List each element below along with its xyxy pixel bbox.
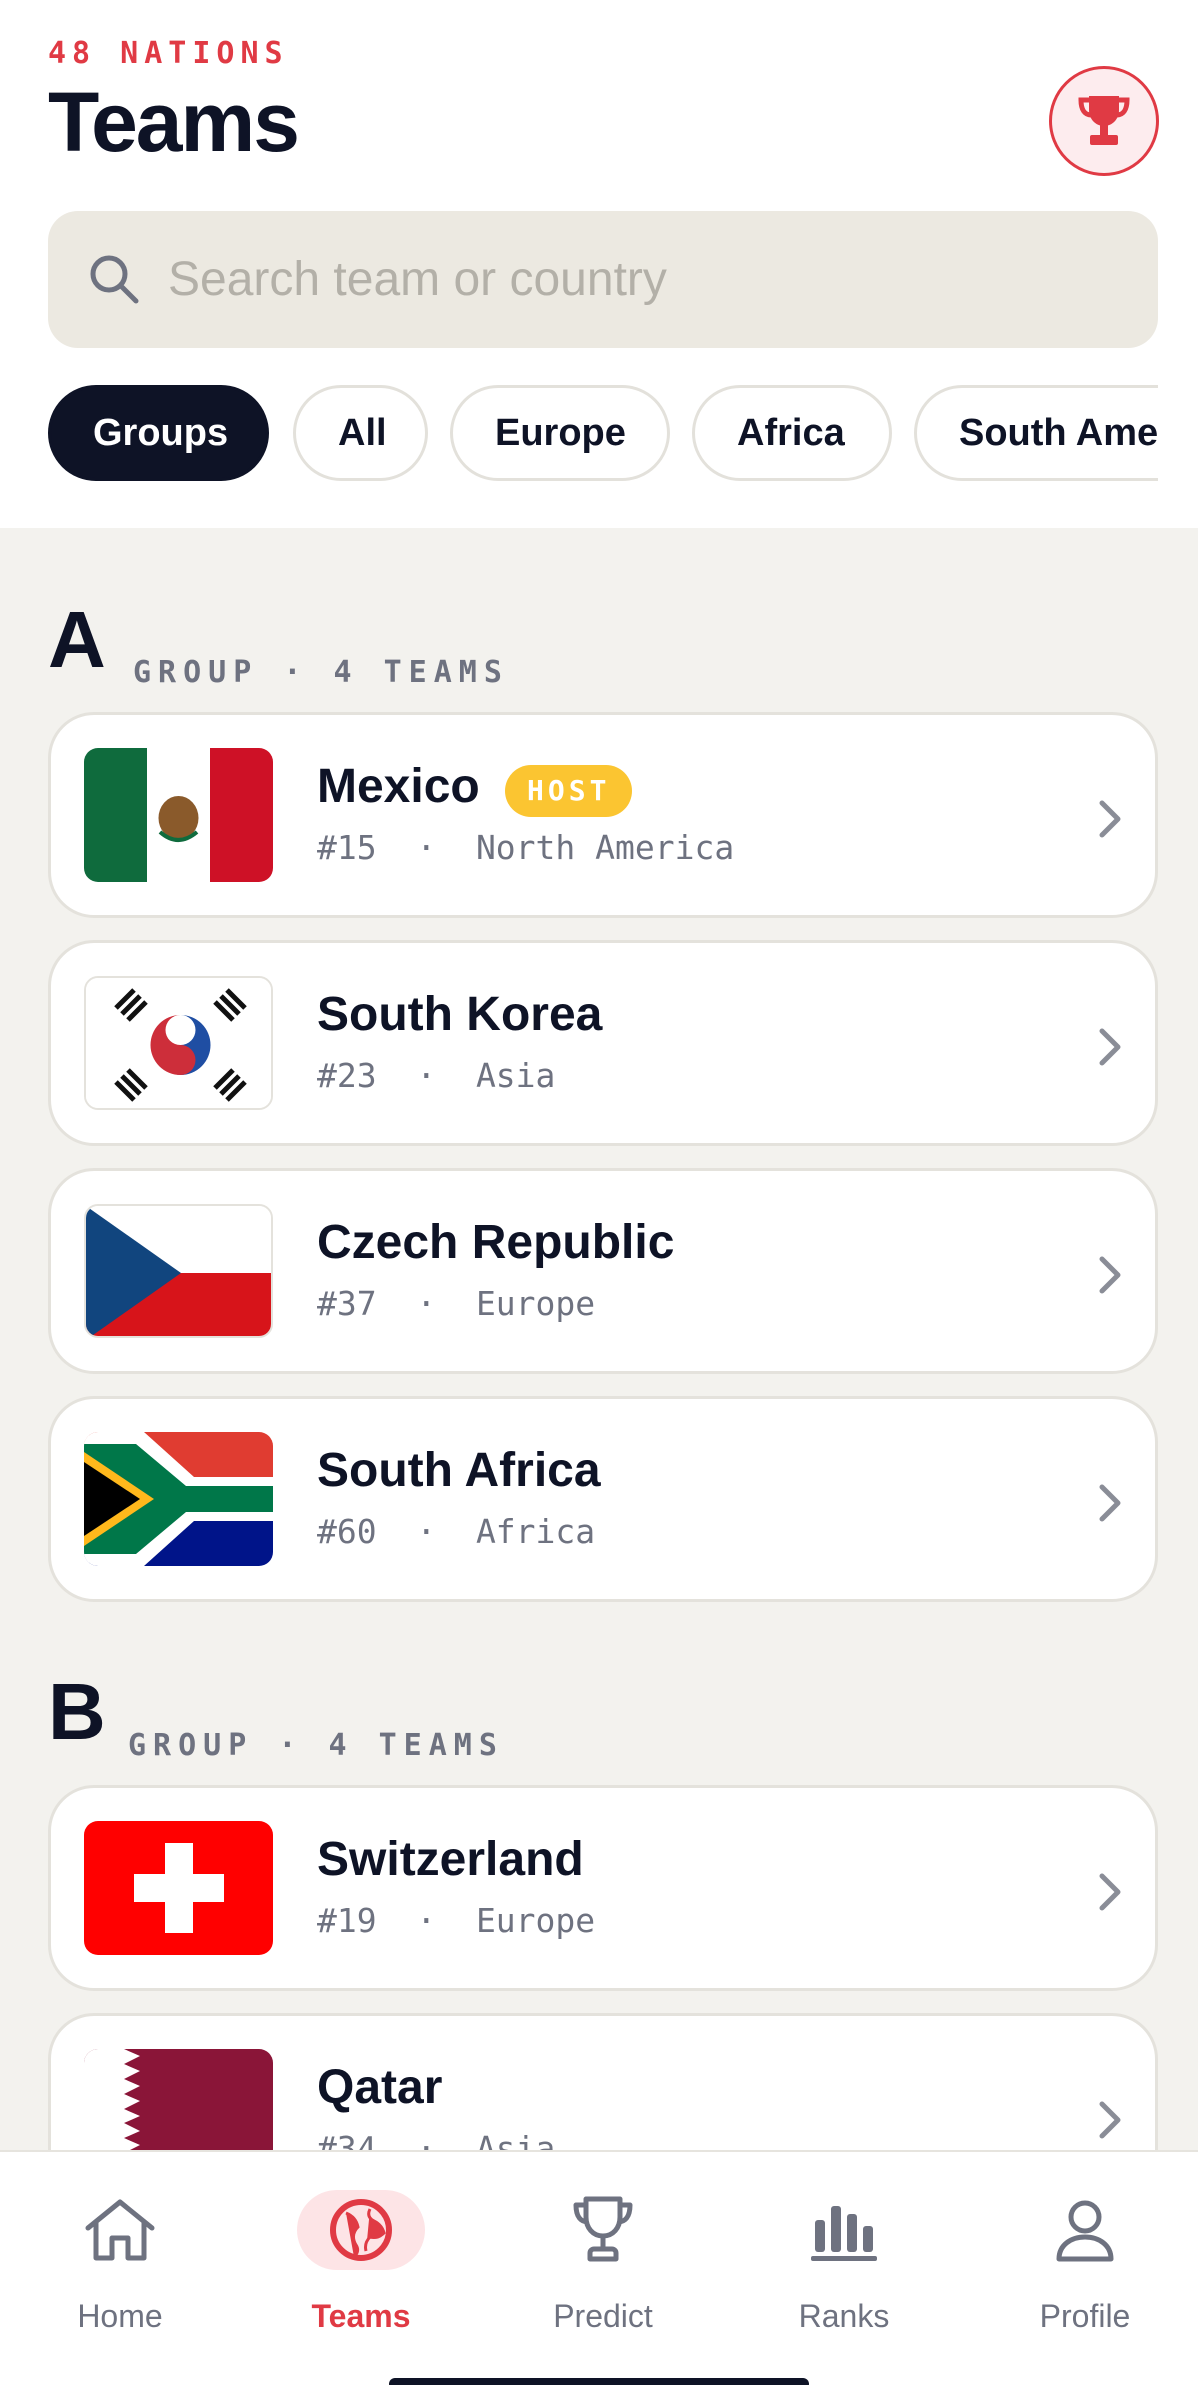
team-meta: #23 · Asia — [317, 1056, 556, 1095]
tab-teams[interactable]: Teams — [261, 2170, 461, 2334]
team-meta: #60 · Africa — [317, 1512, 596, 1551]
user-icon — [1035, 2190, 1135, 2270]
group-letter-a: A — [48, 595, 106, 684]
team-name: Qatar — [317, 2061, 443, 2114]
chevron-right-icon — [1099, 2101, 1121, 2139]
tab-home[interactable]: Home — [20, 2170, 220, 2334]
chevron-right-icon — [1099, 800, 1121, 838]
south-africa-flag — [84, 1432, 273, 1566]
chevron-right-icon — [1099, 1873, 1121, 1911]
team-card-mexico[interactable]: Mexico HOST #15 · North America — [48, 712, 1158, 918]
home-indicator — [389, 2378, 809, 2385]
team-card-south-korea[interactable]: South Korea #23 · Asia — [48, 940, 1158, 1146]
team-name: South Korea — [317, 988, 603, 1041]
search-bar[interactable] — [48, 211, 1158, 348]
team-card-south-africa[interactable]: South Africa #60 · Africa — [48, 1396, 1158, 1602]
team-meta: #37 · Europe — [317, 1284, 596, 1323]
tab-profile[interactable]: Profile — [985, 2170, 1185, 2334]
trophy-icon — [553, 2190, 653, 2270]
group-meta-b: GROUP · 4 TEAMS — [128, 1728, 504, 1763]
group-meta-a: GROUP · 4 TEAMS — [133, 655, 509, 690]
tab-predict[interactable]: Predict — [503, 2170, 703, 2334]
czech-republic-flag — [84, 1204, 273, 1338]
chevron-right-icon — [1099, 1484, 1121, 1522]
team-name: Czech Republic — [317, 1216, 675, 1269]
nations-count: 48 NATIONS — [48, 36, 289, 71]
group-letter-b: B — [48, 1667, 106, 1756]
globe-icon — [297, 2190, 425, 2270]
chevron-right-icon — [1099, 1028, 1121, 1066]
bottom-tab-bar: Home Teams Predict Ranks Profile — [0, 2150, 1198, 2385]
host-badge: HOST — [505, 765, 633, 817]
chevron-right-icon — [1099, 1256, 1121, 1294]
team-card-switzerland[interactable]: Switzerland #19 · Europe — [48, 1785, 1158, 1991]
team-meta: #15 · North America — [317, 828, 735, 867]
tab-ranks[interactable]: Ranks — [744, 2170, 944, 2334]
trophy-button[interactable] — [1049, 66, 1159, 176]
filter-chips: Groups All Europe Africa South America — [48, 385, 1158, 481]
search-input[interactable] — [168, 231, 1118, 328]
team-meta: #19 · Europe — [317, 1901, 596, 1940]
header-area: 48 NATIONS Teams Groups All Europe Afric… — [0, 0, 1198, 528]
tab-label: Teams — [311, 2298, 411, 2334]
tab-label: Profile — [1039, 2298, 1131, 2334]
mexico-flag — [84, 748, 273, 882]
page-title: Teams — [48, 75, 300, 169]
team-name: Mexico — [317, 760, 480, 813]
teams-screen: 48 NATIONS Teams Groups All Europe Afric… — [0, 0, 1198, 2385]
filter-chip-africa[interactable]: Africa — [692, 385, 892, 481]
team-name: South Africa — [317, 1444, 601, 1497]
team-card-czech-republic[interactable]: Czech Republic #37 · Europe — [48, 1168, 1158, 1374]
switzerland-flag — [84, 1821, 273, 1955]
search-icon — [90, 255, 139, 304]
trophy-icon — [1078, 96, 1130, 145]
tab-label: Ranks — [798, 2298, 890, 2334]
filter-chip-europe[interactable]: Europe — [450, 385, 670, 481]
filter-chip-south-america[interactable]: South America — [914, 385, 1158, 481]
south-korea-flag — [84, 976, 273, 1110]
tab-label: Home — [77, 2298, 163, 2334]
filter-chip-groups[interactable]: Groups — [48, 385, 269, 481]
home-icon — [70, 2190, 170, 2270]
bar-chart-icon — [794, 2190, 894, 2270]
tab-label: Predict — [553, 2298, 653, 2334]
team-name: Switzerland — [317, 1833, 584, 1886]
filter-chip-all[interactable]: All — [293, 385, 428, 481]
